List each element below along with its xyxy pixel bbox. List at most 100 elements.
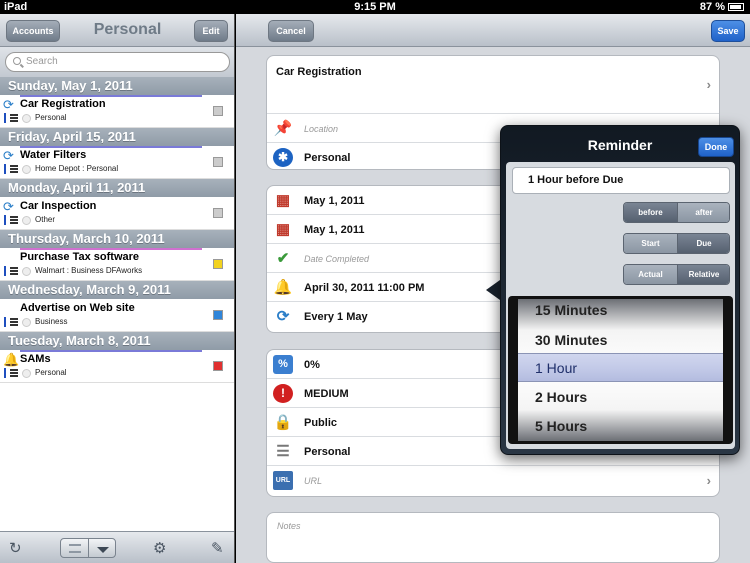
reminder-bell-icon: 🔔 — [273, 279, 293, 296]
notes-lines-icon — [10, 369, 18, 377]
priority-bar-icon — [4, 164, 6, 174]
context-person-icon: ✱ — [273, 148, 293, 167]
accounts-back-button[interactable]: Accounts — [6, 20, 60, 42]
task-title: Car Registration — [276, 66, 362, 78]
compose-icon[interactable]: ✎ — [211, 539, 224, 557]
view-selector[interactable] — [60, 538, 116, 558]
right-nav-bar: Cancel Save — [236, 14, 750, 47]
edit-button[interactable]: Edit — [194, 20, 228, 42]
priority-bar-icon — [4, 317, 6, 327]
task-context: Business — [35, 317, 68, 327]
relative-option[interactable]: Relative — [677, 265, 729, 284]
task-checkbox[interactable] — [213, 310, 223, 320]
priority-alert-icon: ! — [273, 384, 293, 403]
task-checkbox[interactable] — [213, 106, 223, 116]
settings-gear-icon[interactable]: ⚙ — [153, 539, 166, 557]
notes-field[interactable]: Notes — [266, 512, 720, 563]
notes-lines-icon — [10, 165, 18, 173]
notes-lines-icon — [10, 267, 18, 275]
actual-relative-segment[interactable]: Actual Relative — [623, 264, 730, 285]
save-button[interactable]: Save — [711, 20, 745, 42]
task-meta: Personal — [4, 368, 67, 380]
status-circle-icon — [22, 215, 31, 225]
task-title: SAMs — [20, 353, 51, 365]
repeat-icon: ⟳ — [276, 308, 290, 325]
pushpin-icon: 📌 — [273, 120, 293, 137]
task-meta: Home Depot : Personal — [4, 164, 118, 176]
start-due-segment[interactable]: Start Due — [623, 233, 730, 254]
picker-option[interactable]: 5 Hours — [518, 412, 723, 441]
location-placeholder: Location — [304, 124, 339, 134]
priority-value: MEDIUM — [304, 388, 349, 400]
before-option[interactable]: before — [624, 203, 677, 222]
task-row[interactable]: Advertise on Web site Business — [0, 299, 234, 332]
section-header: Sunday, May 1, 2011 — [0, 77, 234, 95]
task-row[interactable]: ⟳ Car Inspection Other — [0, 197, 234, 230]
task-title: Water Filters — [20, 149, 87, 161]
bell-icon: 🔔 — [3, 352, 20, 367]
clock: 9:15 PM — [354, 1, 396, 13]
list-title: Personal — [93, 21, 162, 38]
task-title-field[interactable]: Car Registration › — [267, 56, 719, 114]
start-option[interactable]: Start — [624, 234, 677, 253]
context-value: Personal — [304, 152, 351, 164]
task-checkbox[interactable] — [213, 361, 223, 371]
popover-body: 1 Hour before Due before after Start Due… — [506, 162, 735, 449]
progress-value: 0% — [304, 359, 320, 371]
start-date: May 1, 2011 — [304, 195, 365, 207]
title-underline — [20, 146, 202, 148]
cancel-button[interactable]: Cancel — [268, 20, 314, 42]
section-header: Tuesday, March 8, 2011 — [0, 332, 234, 350]
after-option[interactable]: after — [677, 203, 729, 222]
task-meta: Other — [4, 215, 55, 227]
priority-bar-icon — [4, 113, 6, 123]
search-placeholder: Search — [26, 56, 58, 67]
before-after-segment[interactable]: before after — [623, 202, 730, 223]
task-row[interactable]: ⟳ Water Filters Home Depot : Personal — [0, 146, 234, 179]
notes-lines-icon — [10, 114, 18, 122]
task-context: Walmart : Business DFAworks — [35, 266, 143, 276]
url-field[interactable]: URL URL › — [267, 466, 719, 495]
task-title: Purchase Tax software — [20, 251, 140, 263]
battery-icon — [728, 3, 744, 12]
picker-option[interactable]: 2 Hours — [518, 383, 723, 412]
category-list-icon: ☰ — [276, 443, 290, 460]
picker-wheel[interactable]: 15 Minutes 30 Minutes 1 Hour 2 Hours 5 Hours — [518, 299, 723, 441]
section-header: Monday, April 11, 2011 — [0, 179, 234, 197]
task-row[interactable]: Purchase Tax software Walmart : Business … — [0, 248, 234, 281]
status-circle-icon — [22, 113, 31, 123]
task-checkbox[interactable] — [213, 208, 223, 218]
due-option[interactable]: Due — [677, 234, 729, 253]
picker-option[interactable]: 15 Minutes — [518, 296, 723, 325]
reminder-summary-field: 1 Hour before Due — [512, 167, 730, 194]
lock-icon: 🔒 — [273, 414, 293, 431]
task-context: Personal — [35, 113, 67, 123]
task-checkbox[interactable] — [213, 157, 223, 167]
section-header: Friday, April 15, 2011 — [0, 128, 234, 146]
repeat-icon: ⟳ — [3, 97, 14, 112]
section-header: Thursday, March 10, 2011 — [0, 230, 234, 248]
task-checkbox[interactable] — [213, 259, 223, 269]
completed-placeholder: Date Completed — [304, 254, 370, 264]
chevron-right-icon: › — [706, 77, 711, 92]
dropdown-icon — [97, 547, 109, 553]
reminder-value: April 30, 2011 11:00 PM — [304, 282, 425, 294]
due-calendar-icon: ▦ — [275, 221, 291, 238]
refresh-icon[interactable]: ↻ — [9, 539, 22, 557]
battery-indicator: 87 % — [700, 1, 744, 13]
done-button[interactable]: Done — [698, 137, 734, 157]
task-list: Sunday, May 1, 2011 ⟳ Car Registration Pers… — [0, 77, 234, 383]
task-row[interactable]: 🔔 SAMs Personal — [0, 350, 234, 383]
start-calendar-icon: ▦ — [275, 192, 291, 209]
picker-selected-option[interactable]: 1 Hour — [518, 353, 723, 382]
reminder-offset-picker[interactable]: 15 Minutes 30 Minutes 1 Hour 2 Hours 5 Hours — [508, 296, 733, 444]
section-header: Wednesday, March 9, 2011 — [0, 281, 234, 299]
search-input[interactable]: Search — [5, 52, 230, 72]
task-meta: Walmart : Business DFAworks — [4, 266, 142, 278]
actual-option[interactable]: Actual — [624, 265, 677, 284]
picker-option[interactable]: 30 Minutes — [518, 326, 723, 355]
task-row[interactable]: ⟳ Car Registration Personal — [0, 95, 234, 128]
status-circle-icon — [22, 266, 31, 276]
title-underline — [20, 95, 202, 97]
search-bar: Search — [0, 47, 234, 77]
